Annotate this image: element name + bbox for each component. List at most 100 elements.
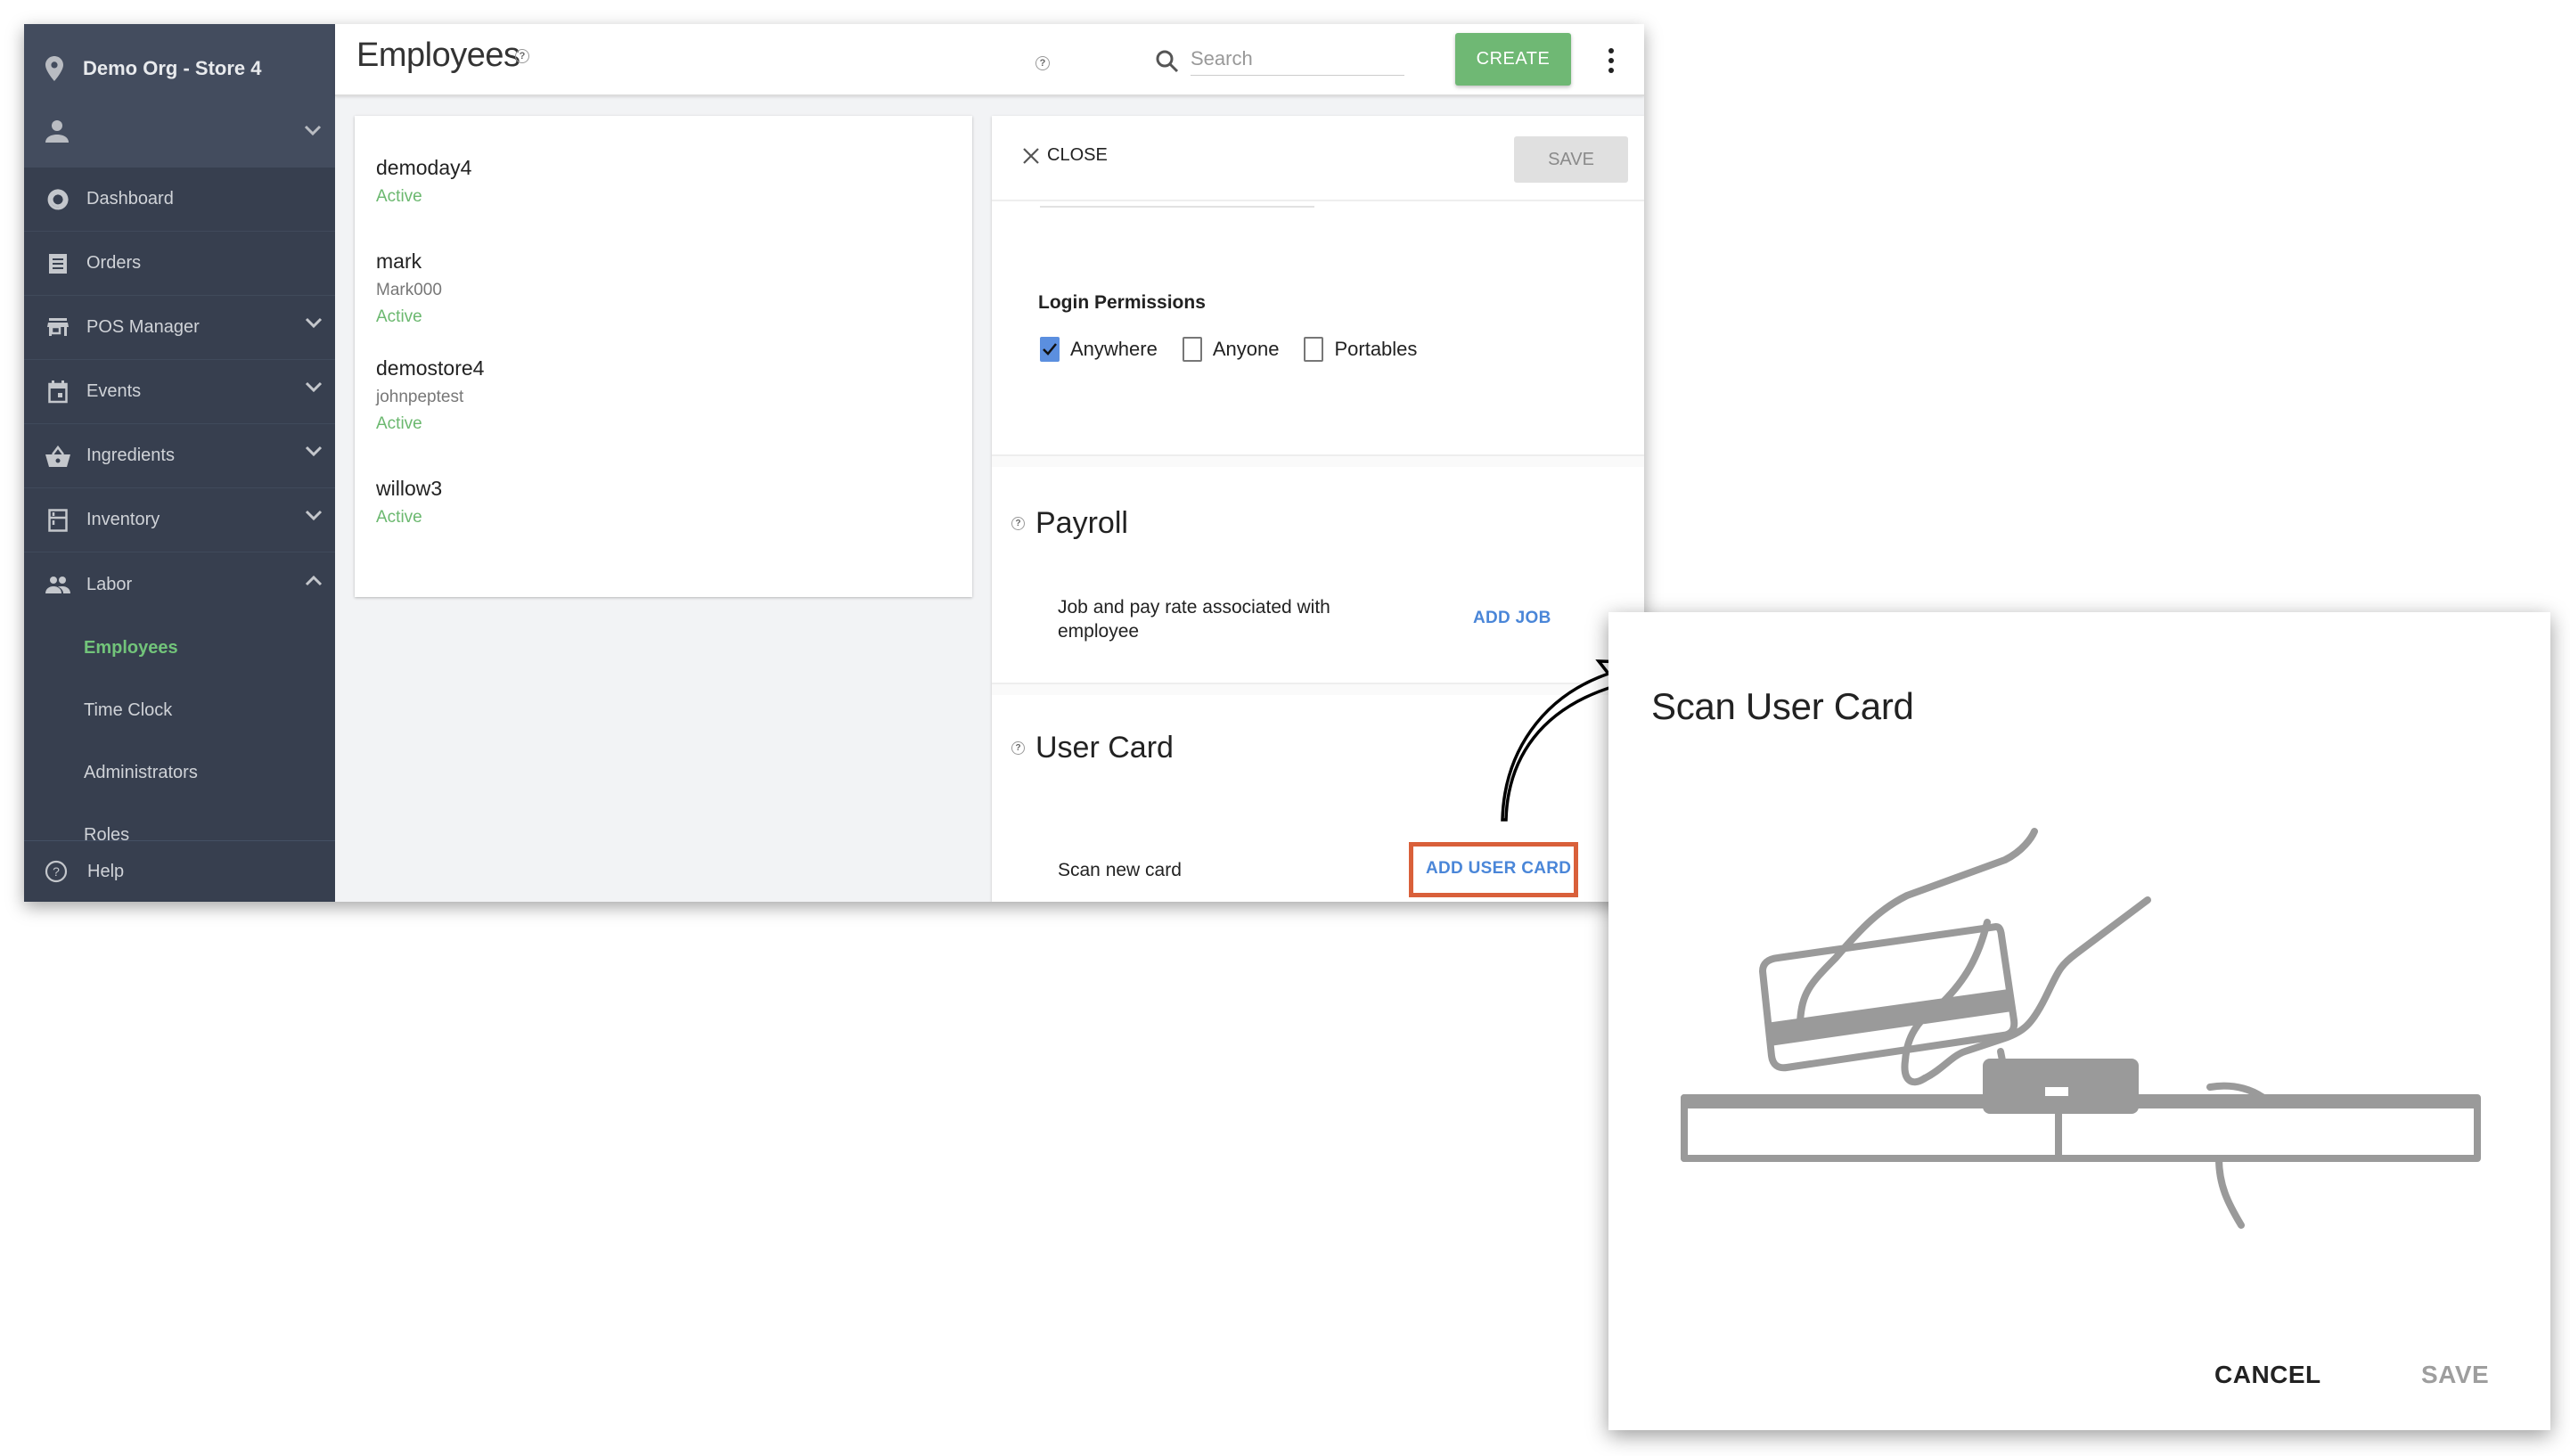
svg-text:?: ?: [53, 864, 60, 879]
detail-toolbar: CLOSE SAVE: [992, 116, 1644, 201]
add-job-button[interactable]: ADD JOB: [1473, 609, 1551, 628]
sidebar-item-labor[interactable]: Labor: [24, 552, 335, 617]
employee-username: Mark000: [376, 281, 442, 299]
sidebar-subitem-time-clock[interactable]: Time Clock: [24, 679, 335, 741]
receipt-icon: [45, 251, 70, 276]
people-icon: [45, 572, 70, 597]
sidebar-item-label: Inventory: [86, 510, 160, 529]
store-icon: [45, 315, 70, 340]
checkbox-unchecked-icon[interactable]: [1182, 337, 1202, 362]
dialog-title: Scan User Card: [1651, 685, 1914, 727]
section-divider: [992, 454, 1644, 467]
login-permissions-title: Login Permissions: [1038, 292, 1206, 313]
user-card-section-title: ? User Card: [1011, 731, 1174, 765]
sidebar-item-ingredients[interactable]: Ingredients: [24, 424, 335, 488]
add-user-card-button[interactable]: ADD USER CARD: [1426, 859, 1571, 879]
dialog-save-button[interactable]: SAVE: [2421, 1361, 2489, 1389]
chevron-down-icon: [305, 381, 323, 393]
checkbox-label: Anyone: [1212, 338, 1280, 360]
sidebar-item-label: Ingredients: [86, 446, 175, 465]
employee-username: johnpeptest: [376, 388, 464, 406]
field-underline: [1040, 206, 1314, 208]
checkbox-label: Anywhere: [1070, 338, 1158, 360]
calendar-icon: [45, 380, 70, 405]
sidebar: Demo Org - Store 4 Dashboard Orders POS …: [24, 24, 335, 902]
help-icon[interactable]: ?: [515, 49, 529, 63]
employee-list-item[interactable]: willow3 Active: [376, 477, 442, 528]
chevron-down-icon: [305, 510, 323, 521]
save-button[interactable]: SAVE: [1514, 136, 1628, 183]
help-circle-icon: ?: [45, 860, 68, 883]
employee-name: demoday4: [376, 156, 472, 179]
help-icon[interactable]: ?: [1011, 741, 1025, 755]
sidebar-item-label: Labor: [86, 574, 133, 594]
employee-list-item[interactable]: demostore4 johnpeptest Active: [376, 356, 484, 434]
more-options-icon[interactable]: [1602, 45, 1620, 76]
chevron-down-icon[interactable]: [304, 125, 322, 137]
employee-list: demoday4 Active mark Mark000 Active demo…: [355, 116, 972, 597]
employee-name: willow3: [376, 477, 443, 500]
sidebar-header: Demo Org - Store 4: [24, 24, 335, 168]
login-permissions-options: Anywhere Anyone Portables: [1040, 337, 1442, 362]
section-title-text: Payroll: [1035, 506, 1128, 540]
sidebar-item-label: Orders: [86, 253, 142, 273]
close-icon: [1023, 147, 1039, 164]
employee-list-item[interactable]: demoday4 Active: [376, 156, 471, 207]
employee-status: Active: [376, 508, 422, 527]
help-icon[interactable]: ?: [1035, 56, 1050, 70]
permission-anyone-checkbox[interactable]: Anyone: [1182, 337, 1280, 362]
create-button[interactable]: CREATE: [1455, 33, 1571, 86]
card-swipe-illustration-icon: [1681, 828, 2481, 1229]
sidebar-item-label: Events: [86, 381, 142, 401]
employee-status: Active: [376, 414, 422, 433]
dashboard-icon: [45, 187, 70, 212]
sidebar-subitem-administrators[interactable]: Administrators: [24, 741, 335, 804]
sidebar-item-pos-manager[interactable]: POS Manager: [24, 296, 335, 360]
employee-name: mark: [376, 249, 422, 273]
sidebar-nav: Dashboard Orders POS Manager Events Ingr…: [24, 168, 335, 866]
payroll-section-title: ? Payroll: [1011, 506, 1128, 541]
page-title: Employees: [356, 37, 520, 74]
sidebar-item-label: Dashboard: [86, 189, 174, 209]
location-pin-icon: [45, 56, 63, 81]
employee-status: Active: [376, 187, 422, 206]
search-input[interactable]: [1191, 42, 1404, 76]
help-label: Help: [87, 861, 125, 881]
user-card-description: Scan new card: [1058, 860, 1182, 880]
page-header: Employees ? ? CREATE: [335, 24, 1644, 96]
employee-list-item[interactable]: mark Mark000 Active: [376, 249, 442, 327]
app-window: Demo Org - Store 4 Dashboard Orders POS …: [24, 24, 1644, 902]
org-name: Demo Org - Store 4: [83, 57, 262, 79]
sidebar-item-label: POS Manager: [86, 317, 200, 337]
user-icon: [45, 120, 69, 143]
sidebar-item-events[interactable]: Events: [24, 360, 335, 424]
sidebar-item-orders[interactable]: Orders: [24, 232, 335, 296]
checkbox-unchecked-icon[interactable]: [1304, 337, 1324, 362]
scan-user-card-dialog: Scan User Card CANCEL SAVE: [1608, 612, 2550, 1430]
sidebar-subitem-employees[interactable]: Employees: [24, 617, 335, 679]
chevron-down-icon: [305, 317, 323, 329]
employee-name: demostore4: [376, 356, 485, 380]
search-icon: [1156, 50, 1179, 73]
user-menu[interactable]: [45, 109, 322, 153]
org-selector[interactable]: Demo Org - Store 4: [45, 51, 261, 86]
chevron-down-icon: [305, 446, 323, 457]
employee-status: Active: [376, 307, 422, 326]
dialog-cancel-button[interactable]: CANCEL: [2214, 1361, 2321, 1389]
sidebar-help[interactable]: ? Help: [24, 840, 335, 902]
basket-icon: [45, 444, 70, 469]
section-title-text: User Card: [1035, 731, 1174, 765]
close-label: CLOSE: [1047, 145, 1108, 165]
checkbox-label: Portables: [1334, 338, 1418, 360]
checkbox-checked-icon[interactable]: [1040, 337, 1060, 362]
inventory-icon: [45, 508, 70, 533]
chevron-up-icon: [305, 575, 323, 586]
permission-anywhere-checkbox[interactable]: Anywhere: [1040, 337, 1158, 362]
search-box: [1155, 40, 1404, 79]
close-button[interactable]: CLOSE: [1022, 145, 1108, 166]
sidebar-item-inventory[interactable]: Inventory: [24, 488, 335, 552]
help-icon[interactable]: ?: [1011, 517, 1025, 530]
payroll-description: Job and pay rate associated with employe…: [1058, 597, 1330, 642]
sidebar-item-dashboard[interactable]: Dashboard: [24, 168, 335, 232]
permission-portables-checkbox[interactable]: Portables: [1304, 337, 1417, 362]
